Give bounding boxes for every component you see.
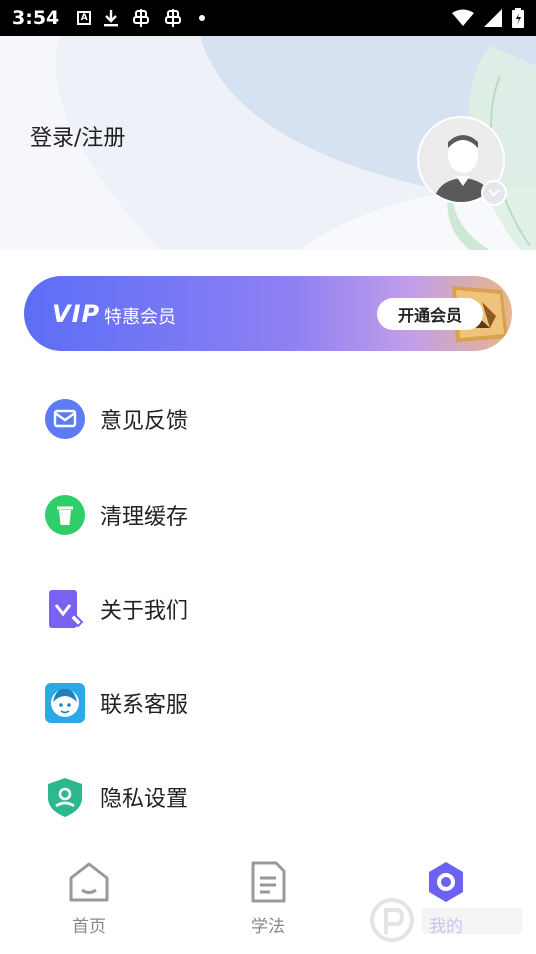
document-check-icon [44, 588, 86, 630]
more-notifications-dot [199, 15, 206, 21]
avatar-edit-badge[interactable] [481, 180, 507, 206]
document-icon [251, 861, 286, 903]
open-vip-button[interactable]: 开通会员 [377, 298, 483, 330]
nav-label: 首页 [72, 917, 106, 937]
menu-item-label: 意见反馈 [100, 409, 189, 434]
customer-service-icon [44, 682, 86, 724]
menu-item-contact-service[interactable]: 联系客服 [0, 656, 536, 750]
bug-icon [165, 9, 182, 27]
keyboard-icon: A [77, 11, 92, 25]
signal-icon [484, 9, 502, 27]
wifi-icon [452, 9, 474, 26]
status-time: 3:54 [12, 7, 60, 29]
privacy-shield-icon [44, 776, 86, 818]
vip-subtitle: 特惠会员 [104, 307, 176, 328]
status-bar: 3:54 A [0, 0, 536, 36]
menu-item-label: 清理缓存 [100, 505, 189, 530]
vip-banner[interactable]: VIP 特惠会员 开通会员 [24, 276, 512, 351]
menu-item-clear-cache[interactable]: 清理缓存 [0, 468, 536, 562]
login-register-link[interactable]: 登录/注册 [30, 120, 125, 152]
chevron-down-icon [488, 189, 500, 197]
mail-icon [44, 398, 86, 440]
nav-home[interactable]: 首页 [29, 846, 149, 954]
battery-icon [512, 8, 524, 28]
bug-icon [133, 9, 150, 27]
home-icon [69, 862, 109, 902]
status-system-icons [452, 8, 524, 28]
trash-icon [44, 494, 86, 536]
menu-item-label: 关于我们 [100, 599, 189, 624]
watermark-logo [370, 898, 522, 942]
menu-item-label: 隐私设置 [100, 787, 189, 812]
vip-logo: VIP [52, 300, 101, 328]
nav-study-law[interactable]: 学法 [208, 846, 328, 954]
menu-item-label: 联系客服 [100, 693, 189, 718]
status-notification-icons: A [77, 8, 206, 28]
download-icon [104, 10, 119, 27]
menu-item-privacy-settings[interactable]: 隐私设置 [0, 750, 536, 844]
nav-label: 学法 [251, 917, 285, 937]
menu-item-feedback[interactable]: 意见反馈 [0, 372, 536, 466]
profile-header: 登录/注册 [0, 36, 536, 250]
menu-item-about-us[interactable]: 关于我们 [0, 562, 536, 656]
